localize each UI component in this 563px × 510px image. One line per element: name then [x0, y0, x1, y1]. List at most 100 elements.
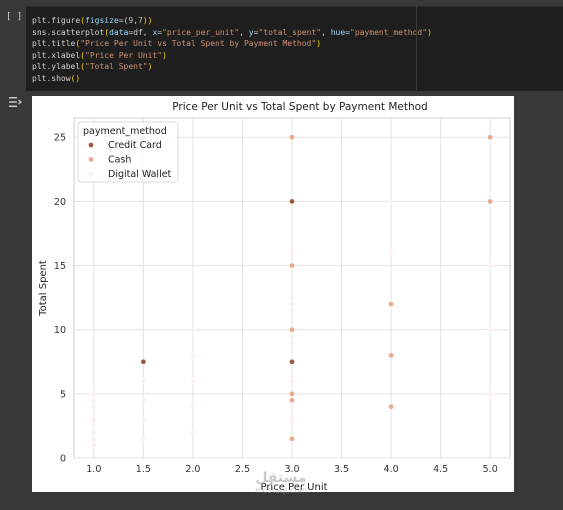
code-token: ))	[142, 16, 153, 25]
code-editor[interactable]: plt.figure(figsize=(9,7)) sns.scatterplot…	[26, 6, 563, 91]
code-token: figsize	[85, 16, 119, 25]
data-point	[90, 429, 97, 436]
code-line: plt.title("Price Per Unit vs Total Spent…	[32, 38, 321, 49]
data-point	[289, 134, 295, 141]
x-tick-label: 2.0	[185, 464, 200, 475]
data-point	[487, 134, 494, 141]
chart-title: Price Per Unit vs Total Spent by Payment…	[172, 101, 427, 113]
code-cell[interactable]: [ ] plt.figure(figsize=(9,7)) sns.scatter…	[0, 0, 563, 92]
data-point	[388, 198, 394, 205]
data-point	[388, 301, 394, 307]
y-axis-label: Total Spent	[38, 260, 49, 317]
code-line: plt.ylabel("Total Spent")	[32, 61, 152, 72]
y-tick-label: 0	[60, 454, 66, 465]
data-point	[190, 429, 196, 436]
data-point	[140, 397, 147, 404]
code-token: "price_per_unit"	[162, 27, 240, 37]
code-token: =(	[118, 16, 129, 25]
code-token: )	[316, 39, 322, 48]
code-token: )	[427, 27, 432, 37]
output-toggle-icon[interactable]	[8, 96, 22, 108]
data-point	[487, 262, 494, 269]
y-tick-label: 25	[54, 133, 66, 144]
code-token: ,	[239, 27, 249, 37]
data-point	[90, 390, 97, 397]
x-tick-label: 4.5	[433, 464, 448, 475]
code-token: "Price Per Unit"	[85, 50, 163, 60]
scatter-chart: 1.0 1.5 2.0 2.5 3.0 3.5 4.0 4.5 5.00510152025Pri…	[38, 101, 511, 493]
legend-entry: Credit Card	[108, 140, 162, 151]
data-point	[289, 358, 295, 365]
y-tick-label: 15	[54, 261, 66, 272]
run-cell-button[interactable]: [ ]	[6, 12, 22, 22]
y-tick-label: 10	[54, 325, 66, 336]
legend-entry: Cash	[108, 155, 131, 166]
data-point	[90, 416, 97, 423]
code-token: ()	[70, 73, 81, 83]
data-point	[289, 198, 295, 205]
data-point	[487, 390, 494, 397]
data-point	[388, 249, 394, 256]
code-token: "Price Per Unit vs Total Spent by Paymen…	[80, 39, 317, 48]
code-token: hue	[330, 27, 346, 37]
code-token: ,	[321, 27, 331, 37]
data-point	[190, 352, 196, 359]
legend-marker	[88, 156, 94, 163]
code-token: plt.ylabel	[32, 62, 81, 71]
data-point	[289, 326, 295, 333]
data-point	[388, 403, 394, 410]
y-tick-label: 20	[54, 197, 66, 208]
data-point	[190, 326, 196, 333]
data-point	[90, 403, 97, 410]
legend-marker	[88, 171, 94, 177]
x-tick-label: 3.5	[334, 464, 349, 475]
plot-figure: 1.0 1.5 2.0 2.5 3.0 3.5 4.0 4.5 5.0 0 5 10 15 20 25 Pri…	[32, 96, 514, 493]
x-tick-label: 4.0	[384, 464, 399, 475]
x-tick-label: 5.0	[483, 464, 498, 475]
code-token: sns.scatterplot	[32, 27, 105, 37]
legend-entry: Digital Wallet	[108, 169, 172, 180]
data-point	[388, 352, 394, 359]
code-token: plt.show	[32, 73, 71, 83]
code-line: plt.show()	[32, 73, 80, 84]
data-point	[140, 435, 147, 442]
data-point	[487, 326, 494, 333]
data-point	[289, 378, 295, 384]
legend-title: payment_method	[83, 126, 167, 137]
data-point	[487, 198, 494, 205]
watermark-url: mostaql.com	[255, 486, 307, 495]
data-point	[289, 416, 295, 423]
data-point	[289, 435, 295, 442]
legend-marker	[88, 142, 94, 148]
code-editor-divider	[416, 6, 417, 90]
x-tick-label: 1.0	[86, 464, 101, 475]
code-token: =df,	[128, 27, 153, 37]
code-token: )	[162, 50, 167, 60]
x-tick-label: 1.5	[136, 464, 151, 475]
data-point	[140, 378, 147, 384]
data-point	[190, 378, 196, 384]
data-point	[190, 403, 196, 410]
data-point	[289, 339, 295, 346]
code-token: plt.figure	[32, 16, 81, 25]
watermark: مستقل mostaql.com	[246, 470, 316, 504]
code-token: "total_spent"	[258, 27, 322, 37]
data-point	[289, 390, 295, 397]
code-token: plt.title	[32, 39, 76, 48]
code-token: "Total Spent"	[85, 62, 148, 71]
data-point	[140, 358, 147, 365]
data-point	[140, 416, 147, 423]
watermark-logo-text: مستقل	[255, 470, 307, 486]
y-tick-label: 5	[60, 389, 66, 400]
code-line: plt.figure(figsize=(9,7))	[32, 15, 152, 26]
code-token: )	[147, 62, 153, 71]
data-point	[289, 249, 295, 256]
data-point	[289, 397, 295, 404]
data-point	[289, 301, 295, 307]
data-point	[289, 262, 295, 269]
code-line: plt.xlabel("Price Per Unit")	[32, 50, 167, 61]
code-line: sns.scatterplot(data=df, x="price_per_un…	[32, 27, 432, 38]
code-token: plt.xlabel	[32, 50, 81, 60]
code-token: data	[109, 27, 129, 37]
data-point	[90, 442, 97, 449]
